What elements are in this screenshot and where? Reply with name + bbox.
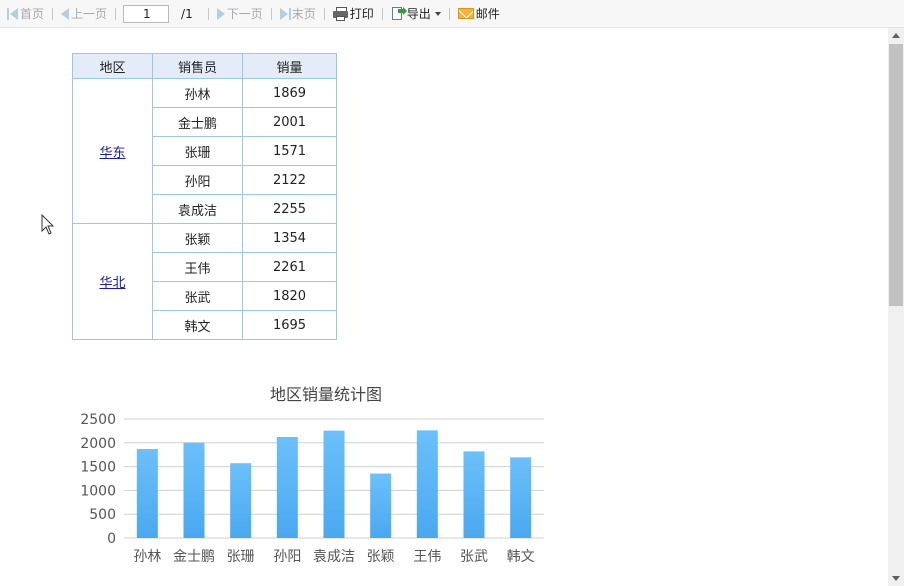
toolbar-divider — [323, 7, 325, 20]
scroll-down-icon[interactable] — [892, 576, 900, 581]
x-tick-label: 张武 — [460, 549, 488, 565]
prev-page-button[interactable]: 上一页 — [58, 3, 110, 25]
toolbar-divider — [207, 7, 209, 20]
vertical-scrollbar[interactable] — [888, 28, 904, 586]
export-label: 导出 — [406, 7, 431, 21]
x-tick-label: 孙林 — [133, 549, 161, 565]
header-sales: 销量 — [242, 53, 337, 79]
print-button[interactable]: 打印 — [330, 3, 377, 25]
y-tick-label: 2500 — [80, 412, 116, 428]
x-tick-label: 孙阳 — [273, 549, 301, 565]
mail-icon — [457, 8, 474, 19]
first-page-button[interactable]: 首页 — [4, 3, 47, 25]
next-page-button[interactable]: 下一页 — [214, 3, 266, 25]
y-tick-label: 2000 — [80, 436, 116, 452]
toolbar-divider — [270, 7, 272, 20]
seller-cell: 张颖 — [152, 223, 243, 253]
sales-cell: 1571 — [242, 136, 337, 166]
seller-cell: 袁成洁 — [152, 194, 243, 224]
sales-cell: 1869 — [242, 78, 337, 108]
export-button[interactable]: 导出 — [388, 3, 444, 25]
page-number-input[interactable] — [123, 4, 170, 23]
seller-cell: 张武 — [152, 281, 243, 311]
region-link-north[interactable]: 华北 — [99, 276, 125, 291]
first-page-icon — [7, 7, 18, 20]
seller-cell: 孙阳 — [152, 165, 243, 195]
bar — [230, 463, 252, 538]
next-page-label: 下一页 — [226, 7, 263, 21]
seller-cell: 王伟 — [152, 252, 243, 282]
report-toolbar: 首页 上一页 /1 下一页 末页 打印 导出 邮件 — [0, 0, 904, 28]
x-tick-label: 王伟 — [413, 549, 441, 565]
sales-cell: 2122 — [242, 165, 337, 195]
mail-label: 邮件 — [475, 7, 500, 21]
report-content: 地区 销售员 销量 华东 孙林 1869 金士鹏 2001 张珊 1571 孙阳… — [0, 28, 888, 586]
sales-cell: 2001 — [242, 107, 337, 137]
toolbar-divider — [448, 7, 450, 20]
sales-bar-chart: 地区销量统计图05001000150020002500孙林 金士鹏 张珊 孙阳 袁成洁张… — [80, 385, 544, 565]
y-tick-label: 1500 — [80, 460, 116, 476]
x-tick-label: 张颖 — [367, 549, 395, 565]
x-tick-label: 金士鹏 — [173, 549, 215, 565]
region-cell: 华北 — [72, 223, 153, 340]
bar — [370, 473, 392, 538]
printer-icon — [332, 6, 348, 21]
x-tick-label: 袁成洁 — [313, 549, 355, 565]
sales-cell: 1820 — [242, 281, 337, 311]
x-tick-label: 张珊 — [227, 549, 255, 565]
bar — [463, 451, 485, 538]
table-row: 华北 张颖 1354 — [72, 223, 337, 340]
prev-page-label: 上一页 — [71, 7, 108, 21]
region-link-east[interactable]: 华东 — [99, 146, 125, 161]
export-icon — [391, 6, 407, 21]
header-region: 地区 — [72, 53, 153, 79]
last-page-button[interactable]: 末页 — [277, 3, 319, 25]
toolbar-divider — [52, 7, 54, 20]
last-page-label: 末页 — [291, 7, 316, 21]
next-page-icon — [216, 7, 225, 20]
bar — [136, 449, 158, 538]
seller-cell: 孙林 — [152, 78, 243, 108]
sales-cell: 2255 — [242, 194, 337, 224]
chevron-down-icon — [434, 11, 441, 16]
table-header-row: 地区 销售员 销量 — [72, 53, 337, 79]
sales-cell: 2261 — [242, 252, 337, 282]
header-seller: 销售员 — [152, 53, 243, 79]
toolbar-divider — [381, 7, 383, 20]
y-tick-label: 0 — [107, 531, 116, 547]
mouse-cursor-icon — [41, 214, 55, 235]
sales-cell: 1695 — [242, 310, 337, 340]
last-page-icon — [279, 7, 291, 20]
bar — [276, 436, 298, 538]
y-tick-label: 500 — [89, 507, 116, 523]
y-tick-label: 1000 — [80, 483, 116, 499]
region-cell: 华东 — [72, 78, 153, 224]
sales-cell: 1354 — [242, 223, 337, 253]
prev-page-icon — [61, 7, 70, 20]
print-label: 打印 — [349, 7, 374, 21]
sales-table: 地区 销售员 销量 华东 孙林 1869 金士鹏 2001 张珊 1571 孙阳… — [72, 53, 337, 340]
seller-cell: 韩文 — [152, 310, 243, 340]
bar — [416, 430, 438, 538]
x-tick-label: 韩文 — [507, 549, 535, 565]
first-page-label: 首页 — [20, 7, 45, 21]
table-row: 华东 孙林 1869 — [72, 78, 337, 224]
bar — [183, 442, 205, 538]
toolbar-divider — [115, 7, 117, 20]
seller-cell: 金士鹏 — [152, 107, 243, 137]
seller-cell: 张珊 — [152, 136, 243, 166]
bar — [323, 430, 345, 538]
page-total: /1 — [181, 6, 193, 21]
mail-button[interactable]: 邮件 — [455, 3, 503, 25]
scroll-up-icon[interactable] — [892, 33, 900, 38]
scrollbar-thumb[interactable] — [889, 44, 903, 306]
chart-title: 地区销量统计图 — [270, 385, 382, 404]
bar — [510, 457, 532, 538]
